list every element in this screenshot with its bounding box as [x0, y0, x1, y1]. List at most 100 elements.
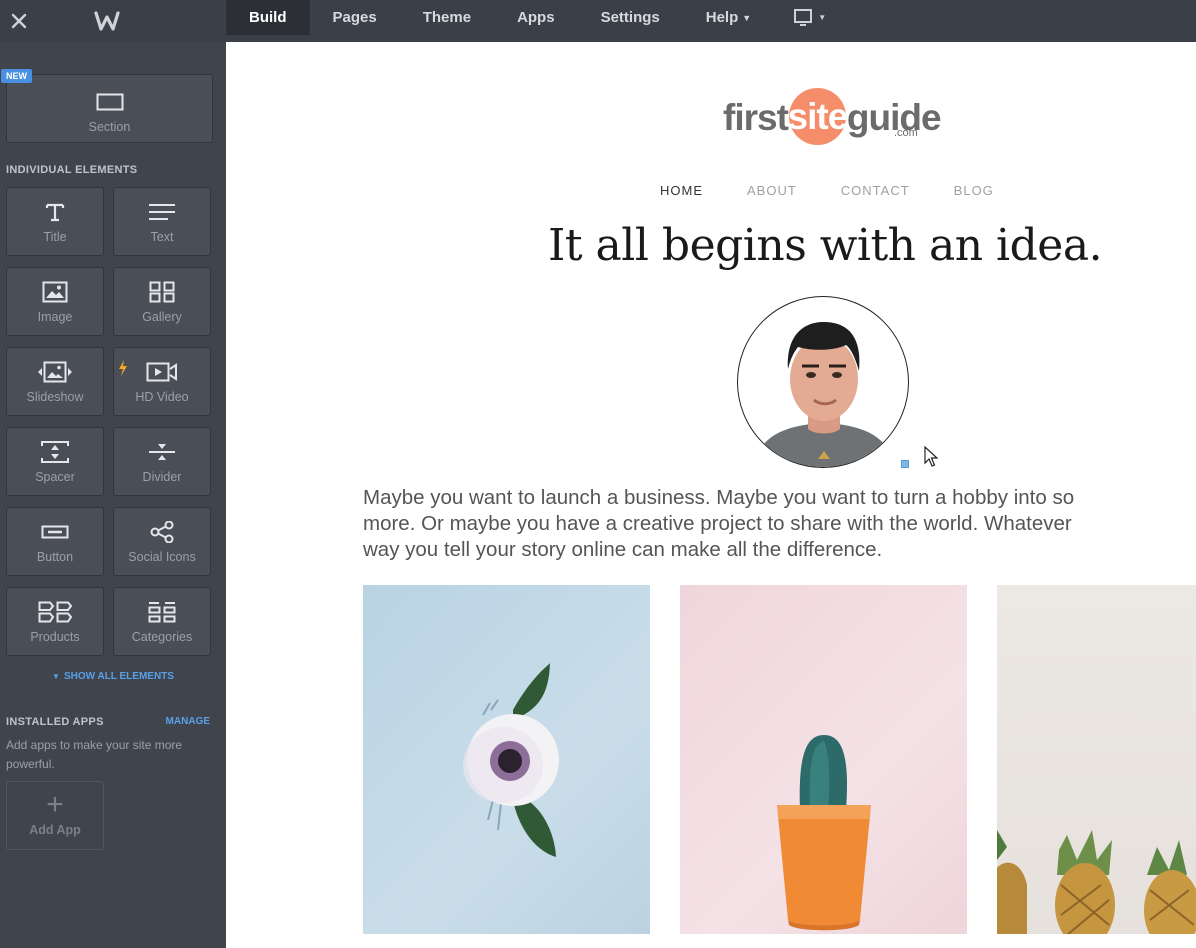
resize-handle[interactable] [901, 460, 909, 468]
image-icon [42, 278, 68, 306]
manage-apps-link[interactable]: MANAGE [166, 716, 210, 727]
add-app-button[interactable]: + Add App [6, 781, 104, 850]
caret-down-icon: ▼ [742, 12, 752, 23]
tab-pages[interactable]: Pages [310, 0, 400, 35]
products-label: Products [30, 630, 80, 644]
products-element[interactable]: Products [6, 587, 104, 656]
text-element[interactable]: Text [113, 187, 211, 256]
categories-label: Categories [131, 630, 193, 644]
triangle-down-icon: ▼ [52, 672, 60, 681]
site-nav-blog[interactable]: BLOG [954, 183, 994, 198]
logo-com: .com [894, 127, 918, 139]
divider-element[interactable]: Divider [113, 427, 211, 496]
tab-theme-label: Theme [422, 9, 472, 26]
spacer-icon [41, 438, 69, 466]
section-element[interactable]: Section [6, 74, 213, 143]
pineapple-illustration-icon [997, 830, 1196, 934]
person-illustration-icon [753, 321, 895, 467]
site-nav-about[interactable]: ABOUT [747, 183, 797, 198]
gallery-element[interactable]: Gallery [113, 267, 211, 336]
paragraph-line-3: way you tell your story online can make … [363, 538, 883, 561]
flower-illustration-icon [463, 663, 559, 857]
tab-pages-label: Pages [332, 9, 377, 26]
divider-icon [148, 438, 176, 466]
site-navigation: HOME ABOUT CONTACT BLOG [660, 183, 994, 198]
slideshow-label: Slideshow [26, 390, 84, 404]
paragraph-line-1: Maybe you want to launch a business. May… [363, 486, 1075, 509]
cactus-illustration-icon [777, 735, 871, 931]
categories-element[interactable]: Categories [113, 587, 211, 656]
site-nav-home[interactable]: HOME [660, 183, 703, 198]
hd-video-label: HD Video [135, 390, 189, 404]
logo-site: site [787, 95, 849, 137]
logo-first: first [723, 97, 789, 138]
title-element[interactable]: Title [6, 187, 104, 256]
intro-paragraph[interactable]: Maybe you want to launch a business. May… [363, 485, 1196, 563]
image-label: Image [37, 310, 73, 324]
slideshow-element[interactable]: Slideshow [6, 347, 104, 416]
tab-help-label: Help [705, 9, 739, 26]
lightning-icon [119, 360, 127, 376]
profile-avatar-image[interactable] [737, 296, 909, 468]
text-icon [148, 198, 176, 226]
spacer-label: Spacer [35, 470, 75, 484]
pineapple-photo[interactable] [997, 585, 1196, 934]
tab-apps-label: Apps [517, 9, 555, 26]
mouse-cursor-icon [924, 446, 938, 467]
site-headline[interactable]: It all begins with an idea. [548, 220, 1103, 271]
apps-description: Add apps to make your site more powerful… [6, 738, 183, 771]
button-element[interactable]: Button [6, 507, 104, 576]
title-label: Title [43, 230, 67, 244]
individual-elements-heading: INDIVIDUAL ELEMENTS [6, 164, 138, 176]
logo-site-circle: site [787, 88, 849, 145]
products-icon [38, 598, 72, 626]
weebly-logo-icon [94, 11, 120, 31]
close-editor-button[interactable] [0, 0, 38, 42]
image-element[interactable]: Image [6, 267, 104, 336]
caret-down-icon: ▼ [818, 13, 827, 22]
tab-theme[interactable]: Theme [400, 0, 494, 35]
elements-sidebar: NEW Section INDIVIDUAL ELEMENTS Title Te… [0, 42, 226, 948]
tab-build[interactable]: Build [226, 0, 310, 35]
gallery-label: Gallery [142, 310, 182, 324]
text-label: Text [150, 230, 174, 244]
button-label: Button [36, 550, 74, 564]
show-all-label: SHOW ALL ELEMENTS [63, 671, 174, 682]
show-all-elements-link[interactable]: ▼ SHOW ALL ELEMENTS [0, 671, 226, 682]
divider-label: Divider [142, 470, 182, 484]
video-icon [119, 358, 178, 386]
editor-app: Build Pages Theme Apps Settings Help ▼ ▼ … [0, 0, 1196, 948]
hd-video-element[interactable]: HD Video [113, 347, 211, 416]
tab-build-label: Build [249, 9, 287, 26]
top-bar: Build Pages Theme Apps Settings Help ▼ ▼ [0, 0, 1196, 42]
section-icon [96, 88, 124, 116]
gallery-icon [149, 278, 175, 306]
flower-photo[interactable] [363, 585, 650, 934]
title-icon [44, 198, 66, 226]
social-icons-label: Social Icons [128, 550, 196, 564]
tab-settings[interactable]: Settings [578, 0, 683, 35]
slideshow-icon [35, 358, 75, 386]
close-icon [11, 13, 27, 29]
tab-settings-label: Settings [600, 9, 660, 26]
plus-icon: + [46, 788, 64, 821]
spacer-element[interactable]: Spacer [6, 427, 104, 496]
topbar-left [0, 0, 226, 42]
new-badge: NEW [1, 69, 32, 83]
site-nav-contact[interactable]: CONTACT [841, 183, 910, 198]
section-label: Section [88, 120, 131, 134]
add-app-label: Add App [29, 823, 81, 837]
tab-apps[interactable]: Apps [494, 0, 578, 35]
weebly-logo[interactable] [90, 0, 124, 42]
site-canvas[interactable]: first site guide .com HOME ABOUT CONTACT B… [226, 42, 1196, 948]
social-icons-element[interactable]: Social Icons [113, 507, 211, 576]
share-icon [150, 518, 174, 546]
categories-icon [148, 598, 176, 626]
installed-apps-heading: INSTALLED APPS [6, 716, 104, 728]
tab-help[interactable]: Help ▼ [683, 0, 774, 35]
paragraph-line-2: more. Or maybe you have a creative proje… [363, 512, 1072, 535]
device-preview-button[interactable]: ▼ [774, 0, 846, 35]
button-icon [41, 518, 69, 546]
cactus-photo[interactable] [680, 585, 967, 934]
desktop-icon [794, 8, 813, 26]
